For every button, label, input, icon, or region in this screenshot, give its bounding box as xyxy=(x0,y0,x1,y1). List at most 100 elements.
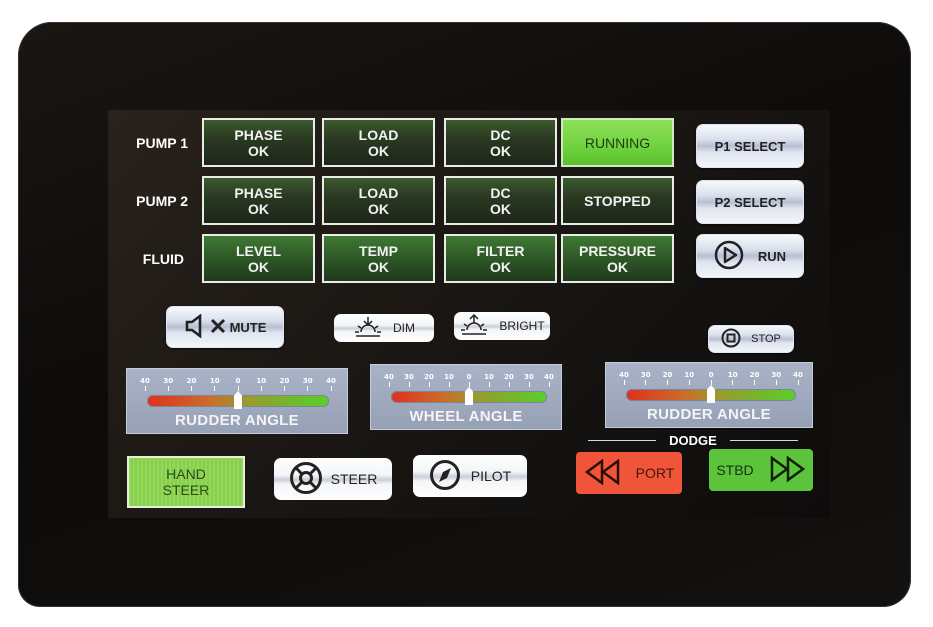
p1-select-label: P1 SELECT xyxy=(714,138,786,154)
gauge-tick-mark xyxy=(488,382,490,387)
gauge-title: WHEEL ANGLE xyxy=(409,408,523,425)
gauge-tick-label: 10 xyxy=(205,377,225,391)
pilot-button[interactable]: PILOT xyxy=(413,455,527,497)
gauge-tick-label: 0 xyxy=(459,373,479,387)
fast-forward-icon xyxy=(768,455,806,486)
stbd-label: STBD xyxy=(716,462,754,478)
wheel-angle-gauge: 40 30 20 10 0 10 20 30 40 WHEEL ANGLE xyxy=(370,364,562,430)
rewind-icon xyxy=(584,458,622,489)
dodge-port-button[interactable]: PORT xyxy=(576,452,682,494)
gauge-tick-label: 10 xyxy=(723,371,743,385)
fluid-level-status: LEVEL OK xyxy=(202,234,315,283)
gauge-tick-mark xyxy=(710,380,712,385)
status-title: LOAD xyxy=(358,126,399,143)
gauge-tick-label: 20 xyxy=(499,373,519,387)
compass-icon xyxy=(429,459,461,494)
hand-steer-label-1: HAND xyxy=(166,466,206,482)
pump2-stopped-status: STOPPED xyxy=(561,176,674,225)
gauge-tick-label: 30 xyxy=(399,373,419,387)
gauge-tick-mark xyxy=(797,380,799,385)
status-title: RUNNING xyxy=(584,134,651,151)
gauge-tick-mark xyxy=(408,382,410,387)
touch-screen: PUMP 1 PUMP 2 FLUID PHASE OK LOAD OK DC … xyxy=(108,110,830,518)
gauge-tick-mark xyxy=(468,382,470,387)
gauge-tick-mark xyxy=(667,380,668,385)
sun-bright-icon xyxy=(459,313,489,339)
rudder-angle-gauge-left: 40 30 20 10 0 10 20 30 40 RUDDER ANGLE xyxy=(126,368,348,434)
gauge-tick-label: 30 xyxy=(158,377,178,391)
pump2-load-status: LOAD OK xyxy=(322,176,435,225)
fluid-filter-status: FILTER OK xyxy=(444,234,557,283)
stop-label: STOP xyxy=(751,333,781,345)
bright-label: BRIGHT xyxy=(499,319,545,333)
gauge-tick-mark xyxy=(260,386,262,391)
status-value: OK xyxy=(490,142,511,159)
speaker-icon xyxy=(184,312,206,341)
gauge-tick-mark xyxy=(645,380,647,385)
status-title: TEMP xyxy=(359,242,398,259)
status-title: DC xyxy=(490,184,511,201)
status-value: OK xyxy=(368,258,389,275)
row-label-pump-1: PUMP 1 xyxy=(136,135,188,151)
status-title: PHASE xyxy=(234,126,283,143)
gauge-tick-label: 40 xyxy=(379,373,399,387)
fluid-pressure-status: PRESSURE OK xyxy=(561,234,674,283)
gauge-tick-label: 10 xyxy=(679,371,699,385)
status-title: LEVEL xyxy=(235,242,282,259)
stop-button[interactable]: STOP xyxy=(708,325,794,353)
gauge-tick-mark xyxy=(307,386,309,391)
gauge-tick-label: 40 xyxy=(539,373,559,387)
pilot-label: PILOT xyxy=(470,468,512,484)
gauge-tick-mark xyxy=(732,380,734,385)
p1-select-button[interactable]: P1 SELECT xyxy=(696,124,804,168)
gauge-tick-mark xyxy=(754,380,755,385)
gauge-tick-label: 20 xyxy=(182,377,202,391)
gauge-tick-mark xyxy=(330,386,332,391)
dodge-stbd-button[interactable]: STBD xyxy=(709,449,813,491)
status-title: FILTER xyxy=(476,242,525,259)
stop-icon xyxy=(721,328,741,351)
port-label: PORT xyxy=(635,465,675,481)
pump2-phase-status: PHASE OK xyxy=(202,176,315,225)
run-button[interactable]: RUN xyxy=(696,234,804,278)
mute-button[interactable]: MUTE xyxy=(166,306,284,348)
gauge-title: RUDDER ANGLE xyxy=(647,406,771,423)
play-icon xyxy=(714,240,744,273)
gauge-tick-mark xyxy=(167,386,169,391)
status-value: OK xyxy=(490,200,511,217)
gauge-tick-label: 20 xyxy=(658,371,678,385)
p2-select-button[interactable]: P2 SELECT xyxy=(696,180,804,224)
status-title: PRESSURE xyxy=(578,242,657,259)
status-value: OK xyxy=(248,200,269,217)
dodge-divider-right xyxy=(730,440,798,441)
status-title: STOPPED xyxy=(584,192,651,209)
hand-steer-label-2: STEER xyxy=(162,482,210,498)
mute-x-icon xyxy=(210,318,226,337)
dim-button[interactable]: DIM xyxy=(334,314,434,342)
steer-button[interactable]: STEER xyxy=(274,458,392,500)
status-value: OK xyxy=(248,142,269,159)
gauge-tick-label: 20 xyxy=(745,371,765,385)
pump1-running-status: RUNNING xyxy=(561,118,674,167)
pump2-dc-status: DC OK xyxy=(444,176,557,225)
status-title: DC xyxy=(490,126,511,143)
gauge-tick-label: 10 xyxy=(479,373,499,387)
hand-steer-indicator[interactable]: HAND STEER xyxy=(127,456,245,508)
sun-dim-icon xyxy=(353,316,383,341)
gauge-tick-label: 40 xyxy=(788,371,808,385)
status-value: OK xyxy=(368,200,389,217)
status-value: OK xyxy=(368,142,389,159)
gauge-tick-mark xyxy=(191,386,192,391)
dodge-title: DODGE xyxy=(669,433,717,448)
gauge-tick-label: 40 xyxy=(321,377,341,391)
status-value: OK xyxy=(607,258,628,275)
p2-select-label: P2 SELECT xyxy=(714,194,786,210)
dim-label: DIM xyxy=(393,321,415,335)
pump1-load-status: LOAD OK xyxy=(322,118,435,167)
fluid-temp-status: TEMP OK xyxy=(322,234,435,283)
gauge-tick-mark xyxy=(508,382,510,387)
bright-button[interactable]: BRIGHT xyxy=(454,312,550,340)
row-label-fluid: FLUID xyxy=(142,251,184,267)
gauge-tick-label: 0 xyxy=(701,371,721,385)
steering-wheel-icon xyxy=(289,461,323,498)
